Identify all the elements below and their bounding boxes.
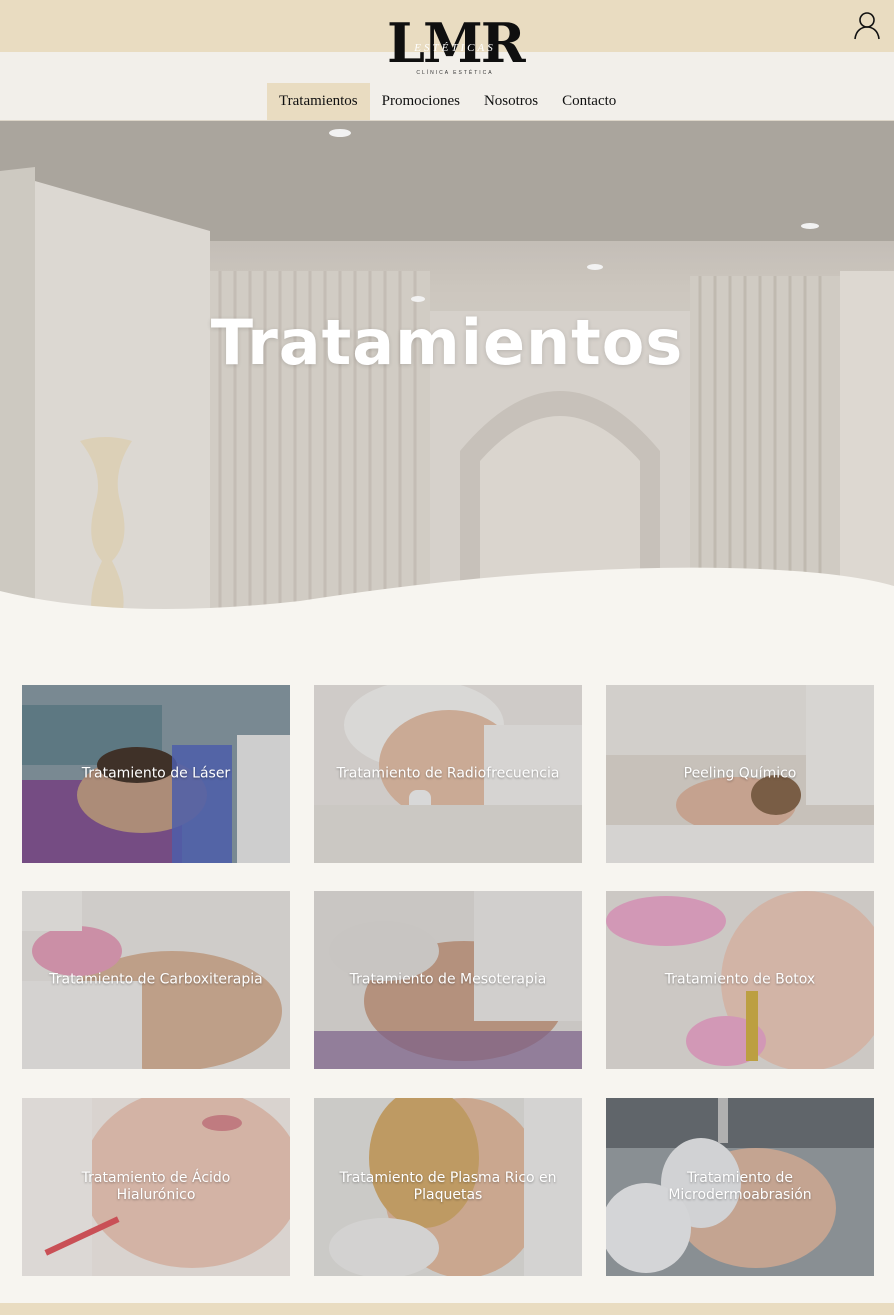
nav-item-tratamientos[interactable]: Tratamientos <box>267 83 370 120</box>
footer-strip <box>0 1303 894 1315</box>
main-nav: Tratamientos Promociones Nosotros Contac… <box>267 83 628 120</box>
treatment-card-carboxiterapia[interactable]: Tratamiento de Carboxiterapia <box>22 891 290 1069</box>
treatment-card-plasma[interactable]: Tratamiento de Plasma Rico en Plaquetas <box>314 1098 582 1276</box>
treatment-card-laser[interactable]: Tratamiento de Láser <box>22 685 290 863</box>
treatment-card-mesoterapia[interactable]: Tratamiento de Mesoterapia <box>314 891 582 1069</box>
treatment-label: Tratamiento de Ácido Hialurónico <box>81 1170 231 1203</box>
treatment-card-acido-hialuronico[interactable]: Tratamiento de Ácido Hialurónico <box>22 1098 290 1276</box>
page-title: Tratamientos <box>210 306 684 379</box>
treatment-card-radiofrecuencia[interactable]: Tratamiento de Radiofrecuencia <box>314 685 582 863</box>
hero-banner: Tratamientos <box>0 121 894 616</box>
nav-item-contacto[interactable]: Contacto <box>550 83 628 120</box>
treatment-label: Tratamiento de Plasma Rico en Plaquetas <box>339 1170 557 1203</box>
logo-tagline: Clínica estética <box>416 70 494 76</box>
treatment-label: Tratamiento de Microdermoabrasión <box>668 1170 812 1203</box>
treatment-label: Tratamiento de Mesoterapia <box>349 971 547 988</box>
treatment-card-microdermoabrasion[interactable]: Tratamiento de Microdermoabrasión <box>606 1098 874 1276</box>
treatment-label: Tratamiento de Láser <box>81 765 231 782</box>
treatment-card-botox[interactable]: Tratamiento de Botox <box>606 891 874 1069</box>
logo[interactable]: LMR Estéticas Clínica estética <box>387 16 526 80</box>
user-icon[interactable] <box>852 10 882 40</box>
treatment-label: Peeling Químico <box>683 765 797 782</box>
nav-item-nosotros[interactable]: Nosotros <box>472 83 550 120</box>
nav-item-promociones[interactable]: Promociones <box>370 83 472 120</box>
treatment-label: Tratamiento de Botox <box>664 971 816 988</box>
treatment-label: Tratamiento de Radiofrecuencia <box>336 765 560 782</box>
logo-subtitle: Estéticas <box>414 42 496 54</box>
treatment-label: Tratamiento de Carboxiterapia <box>49 971 263 988</box>
treatment-card-peeling[interactable]: Peeling Químico <box>606 685 874 863</box>
